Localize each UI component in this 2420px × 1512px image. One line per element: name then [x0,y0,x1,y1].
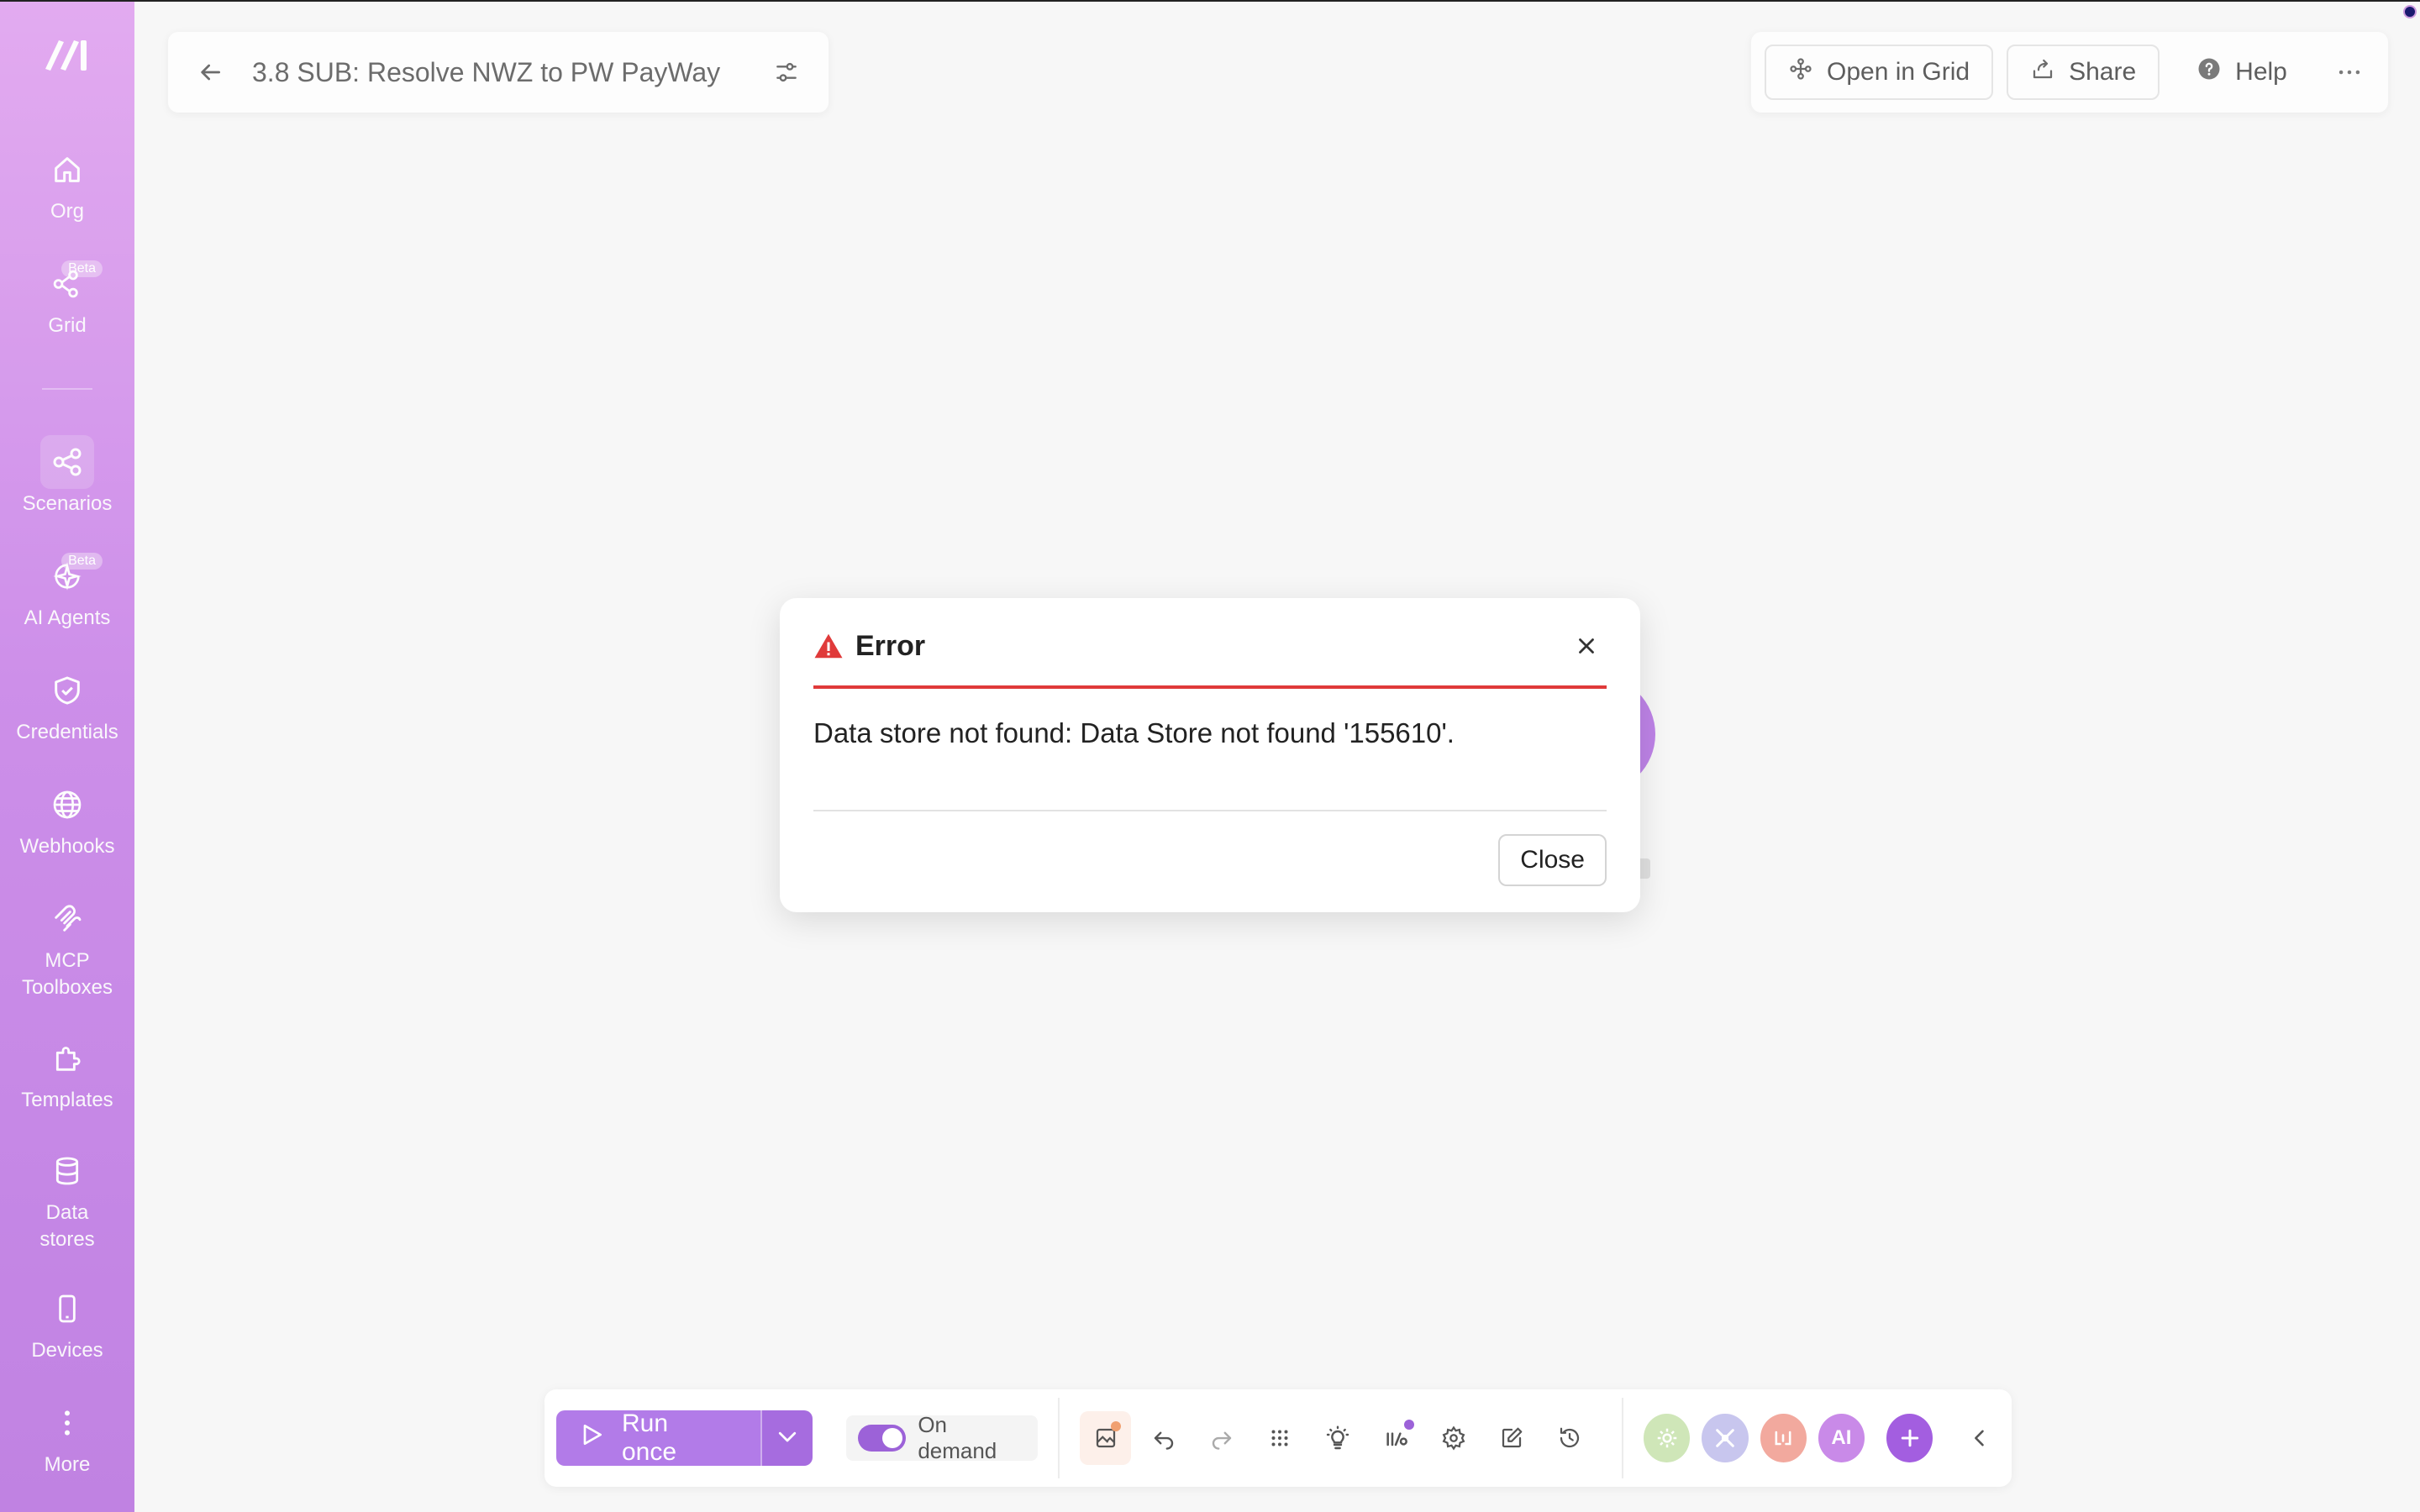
run-once-label: Run once [622,1410,677,1466]
dot-grid-icon[interactable] [1254,1411,1305,1465]
app-badge-ai-icon[interactable]: AI [1818,1414,1865,1462]
play-icon [578,1421,605,1455]
schedule-toggle[interactable] [858,1425,907,1452]
toolbar-divider [1058,1398,1060,1478]
app-badge-flow-control-icon[interactable] [1702,1414,1749,1462]
run-once-button[interactable]: Run once [556,1410,761,1466]
schedule-toggle-group[interactable]: On demand [846,1412,1039,1463]
error-dialog-header: Error [813,598,1607,689]
io-flow-icon[interactable] [1370,1411,1421,1465]
window-top-border [0,0,2420,2]
undo-icon[interactable] [1138,1411,1189,1465]
chevron-left-icon[interactable] [1960,1417,2000,1459]
schedule-label: On demand [918,1412,997,1463]
app-badge-text-parser-icon[interactable] [1760,1414,1807,1462]
warning-triangle-icon [813,631,844,661]
error-message: Data store not found: Data Store not fou… [813,689,1607,811]
bottom-toolbar: Run once On demand AI [544,1389,2012,1487]
status-dot-icon [2403,5,2417,18]
close-button[interactable]: Close [1498,834,1607,886]
error-dialog-footer: Close [813,811,1607,909]
toolbar-divider [1622,1398,1623,1478]
add-module-button[interactable] [1886,1414,1933,1462]
notification-dot [1111,1421,1122,1431]
notes-edit-icon[interactable] [1486,1411,1537,1465]
app-badge-tools-icon[interactable] [1644,1414,1691,1462]
notification-dot [1404,1420,1415,1430]
close-icon[interactable] [1566,626,1607,666]
save-image-icon[interactable] [1080,1411,1132,1465]
chevron-down-icon [775,1424,800,1453]
error-dialog-title: Error [855,629,926,662]
redo-icon[interactable] [1196,1411,1247,1465]
lightbulb-icon[interactable] [1312,1411,1363,1465]
history-icon[interactable] [1544,1411,1595,1465]
run-options-dropdown[interactable] [760,1410,813,1466]
error-dialog: Error Data store not found: Data Store n… [780,598,1640,912]
gear-icon[interactable] [1428,1411,1479,1465]
run-once-group: Run once [556,1410,813,1466]
